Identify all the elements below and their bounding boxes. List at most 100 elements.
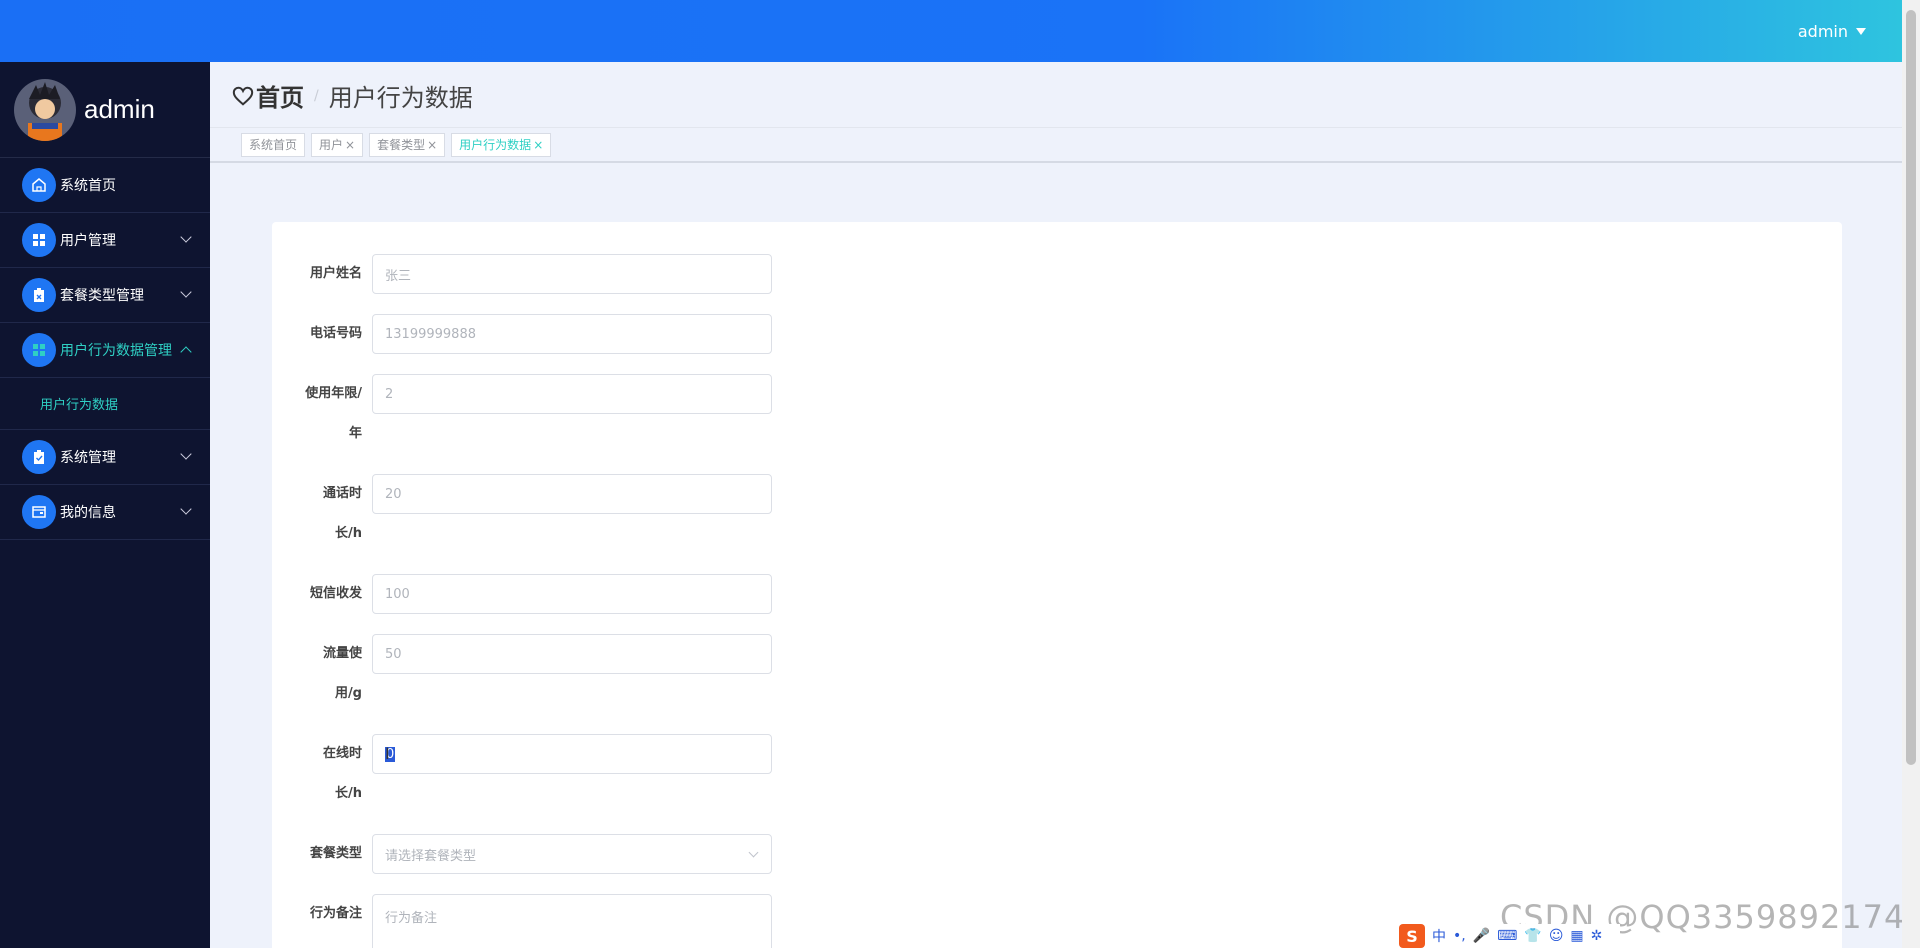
skin-icon[interactable]: 👕 — [1524, 928, 1541, 944]
form-row-online-duration: 在线时 长/h 0 I — [272, 734, 772, 814]
sidebar-item-system-management[interactable]: 系统管理 — [0, 430, 210, 485]
user-dropdown[interactable]: admin — [1798, 22, 1866, 41]
form-row-package-type: 套餐类型 请选择套餐类型 — [272, 834, 772, 874]
ime-punct-toggle[interactable]: •, — [1453, 928, 1466, 944]
form-label: 使用年限/ 年 — [272, 374, 372, 454]
form-label-line: 长/h — [334, 526, 362, 541]
tab-label: 系统首页 — [249, 138, 298, 152]
breadcrumb-home[interactable]: 首页 — [256, 78, 304, 113]
tab-user[interactable]: 用户 × — [311, 132, 364, 157]
ime-mode-toggle[interactable]: 中 — [1432, 926, 1446, 946]
sidebar-item-home[interactable]: 系统首页 — [0, 158, 210, 213]
sidebar-item-label: 我的信息 — [60, 505, 116, 521]
input-value: 2 — [385, 386, 394, 402]
sidebar-item-behavior-data[interactable]: 用户行为数据管理 — [0, 323, 210, 378]
input-value: 50 — [385, 646, 402, 662]
chevron-up-icon — [180, 346, 192, 358]
sidebar-item-user-management[interactable]: 用户管理 — [0, 213, 210, 268]
ime-logo-icon[interactable]: S — [1399, 924, 1425, 948]
scrollbar-thumb[interactable] — [1906, 10, 1916, 765]
settings-icon[interactable]: ✲ — [1591, 928, 1603, 944]
form-row-phone: 电话号码 13199999888 — [272, 314, 772, 354]
breadcrumb-separator: / — [314, 87, 319, 104]
form-card: 用户姓名 张三 电话号码 13199999888 使用年限/ 年 2 通话时 长… — [272, 222, 1842, 948]
close-icon[interactable]: × — [345, 138, 355, 152]
form-label-line: 流量使 — [322, 646, 362, 661]
grid-icon — [22, 223, 56, 257]
input-value: 100 — [385, 586, 410, 602]
data-usage-input[interactable]: 50 — [372, 634, 772, 674]
select-placeholder: 请选择套餐类型 — [385, 848, 477, 864]
form-label: 电话号码 — [309, 326, 362, 341]
breadcrumb-current: 用户行为数据 — [328, 84, 473, 112]
chevron-down-icon — [748, 847, 759, 858]
form-row-remark: 行为备注 行为备注 — [272, 894, 772, 948]
form-row-sms: 短信收发 100 — [272, 574, 772, 614]
toolbox-icon[interactable]: ▦ — [1570, 928, 1583, 944]
input-value: 张三 — [385, 268, 412, 284]
sidebar-item-label: 用户行为数据管理 — [60, 343, 172, 359]
sidebar-item-label: 用户管理 — [60, 233, 116, 249]
home-icon — [22, 168, 56, 202]
phone-input[interactable]: 13199999888 — [372, 314, 772, 354]
form-row-call-duration: 通话时 长/h 20 — [272, 474, 772, 554]
form-label: 行为备注 — [309, 906, 362, 921]
tab-home[interactable]: 系统首页 — [241, 132, 306, 157]
sidebar-subitem-behavior-data[interactable]: 用户行为数据 — [0, 378, 210, 430]
form-label-line: 年 — [348, 426, 362, 441]
emoji-icon[interactable]: ☺ — [1549, 928, 1564, 944]
chevron-down-icon — [180, 231, 192, 243]
sidebar-profile: admin — [0, 62, 210, 158]
avatar — [14, 78, 76, 141]
user-dropdown-label: admin — [1797, 22, 1848, 41]
form-label: 套餐类型 — [309, 846, 362, 861]
profile-name: admin — [84, 94, 155, 124]
form-label-line: 使用年限/ — [305, 386, 362, 401]
page-scrollbar[interactable] — [1902, 0, 1920, 948]
sidebar-item-package-type[interactable]: 套餐类型管理 — [0, 268, 210, 323]
sidebar-item-label: 套餐类型管理 — [60, 288, 144, 304]
online-duration-input[interactable]: 0 — [372, 734, 772, 774]
text-cursor-icon: I — [385, 744, 390, 763]
sidebar-subitem-label: 用户行为数据 — [40, 398, 119, 413]
input-value: 13199999888 — [385, 326, 476, 342]
tab-behavior-data[interactable]: 用户行为数据 × — [451, 132, 552, 157]
form-label-line: 通话时 — [322, 486, 362, 501]
sidebar-item-my-info[interactable]: 我的信息 — [0, 485, 210, 540]
top-header: admin — [0, 0, 1902, 62]
package-type-select[interactable]: 请选择套餐类型 — [372, 834, 772, 874]
heart-icon — [232, 85, 254, 107]
keyboard-icon[interactable]: ⌨ — [1497, 928, 1517, 944]
form-label: 在线时 长/h — [272, 734, 372, 814]
form-label: 用户姓名 — [309, 266, 362, 281]
input-value: 20 — [385, 486, 402, 502]
form-label-line: 用/g — [334, 686, 362, 701]
sidebar: admin 系统首页 用户管理 套餐类型管理 用户行为数据管理 用户行为数据 系… — [0, 62, 210, 948]
microphone-icon[interactable]: 🎤 — [1473, 928, 1490, 944]
chevron-down-icon — [180, 503, 192, 515]
close-icon[interactable]: × — [427, 138, 437, 152]
tab-label: 套餐类型 — [377, 138, 426, 152]
grid-icon — [22, 333, 56, 367]
form-label-line: 在线时 — [322, 746, 362, 761]
form-label-line: 长/h — [334, 786, 362, 801]
sidebar-item-label: 系统管理 — [60, 450, 116, 466]
form-row-data-usage: 流量使 用/g 50 — [272, 634, 772, 714]
tab-label: 用户行为数据 — [459, 138, 532, 152]
ime-toolbar: S 中 •, 🎤 ⌨ 👕 ☺ ▦ ✲ — [1395, 924, 1620, 948]
chevron-down-icon — [180, 448, 192, 460]
tab-label: 用户 — [319, 138, 344, 152]
call-duration-input[interactable]: 20 — [372, 474, 772, 514]
wallet-icon — [22, 495, 56, 529]
sms-input[interactable]: 100 — [372, 574, 772, 614]
caret-down-icon — [1856, 28, 1866, 35]
username-input[interactable]: 张三 — [372, 254, 772, 294]
tab-package-type[interactable]: 套餐类型 × — [369, 132, 446, 157]
years-input[interactable]: 2 — [372, 374, 772, 414]
remark-textarea[interactable]: 行为备注 — [372, 894, 772, 948]
sidebar-item-label: 系统首页 — [60, 178, 116, 194]
close-icon[interactable]: × — [533, 138, 543, 152]
textarea-placeholder: 行为备注 — [385, 911, 438, 926]
chevron-down-icon — [180, 286, 192, 298]
clipboard-icon — [22, 278, 56, 312]
